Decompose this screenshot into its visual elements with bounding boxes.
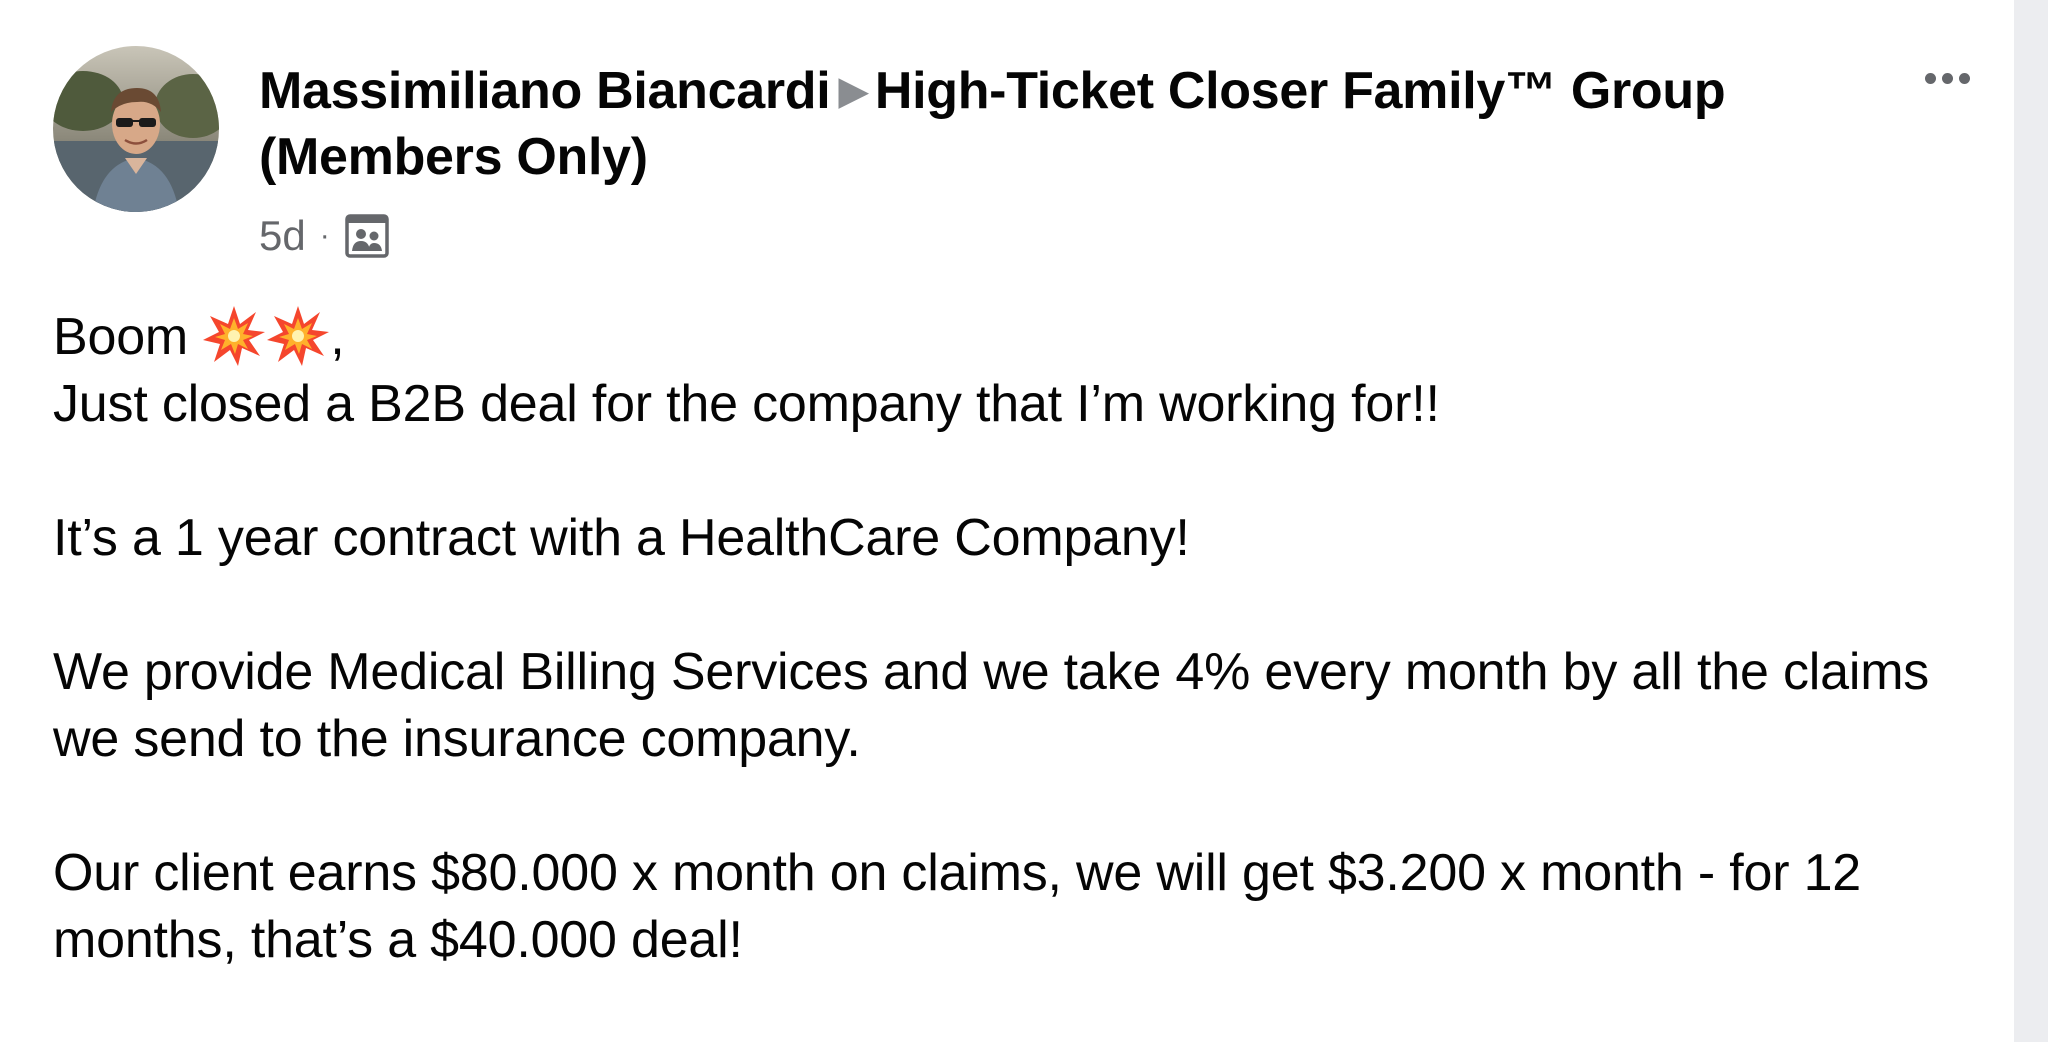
author-avatar[interactable] xyxy=(53,46,219,212)
post-timestamp[interactable]: 5d xyxy=(259,212,306,260)
right-triangle-icon: ▶ xyxy=(838,69,869,113)
post-paragraph-contract: It’s a 1 year contract with a HealthCare… xyxy=(53,509,1190,567)
post-paragraph-services: We provide Medical Billing Services and … xyxy=(53,643,1944,768)
feed-side-gutter xyxy=(2014,0,2048,1042)
more-options-button[interactable] xyxy=(1912,58,1982,98)
author-name-link[interactable]: Massimiliano Biancardi xyxy=(259,62,831,120)
post-meta: 5d · xyxy=(259,208,390,264)
collision-emoji-icon xyxy=(267,306,330,366)
ellipsis-icon-dot xyxy=(1941,72,1953,84)
post-line-boom: Boom , xyxy=(53,304,1973,371)
group-post: Massimiliano Biancardi ▶ High-Ticket Close… xyxy=(0,0,2014,1042)
ellipsis-icon-dot xyxy=(1924,72,1936,84)
boom-text: Boom xyxy=(53,308,189,366)
post-body: Boom , Just closed a B2B deal for the co… xyxy=(53,304,1973,974)
boom-suffix: , xyxy=(330,308,345,366)
post-header-title: Massimiliano Biancardi ▶ High-Ticket Close… xyxy=(259,58,1869,190)
group-members-icon[interactable] xyxy=(344,213,390,259)
avatar-photo xyxy=(53,46,219,212)
post-paragraph-earnings: Our client earns $80.000 x month on clai… xyxy=(53,844,1876,969)
collision-emoji-icon xyxy=(203,306,266,366)
meta-separator: · xyxy=(319,219,330,252)
ellipsis-icon-dot xyxy=(1958,72,1970,84)
post-line-deal: Just closed a B2B deal for the company t… xyxy=(53,375,1440,433)
